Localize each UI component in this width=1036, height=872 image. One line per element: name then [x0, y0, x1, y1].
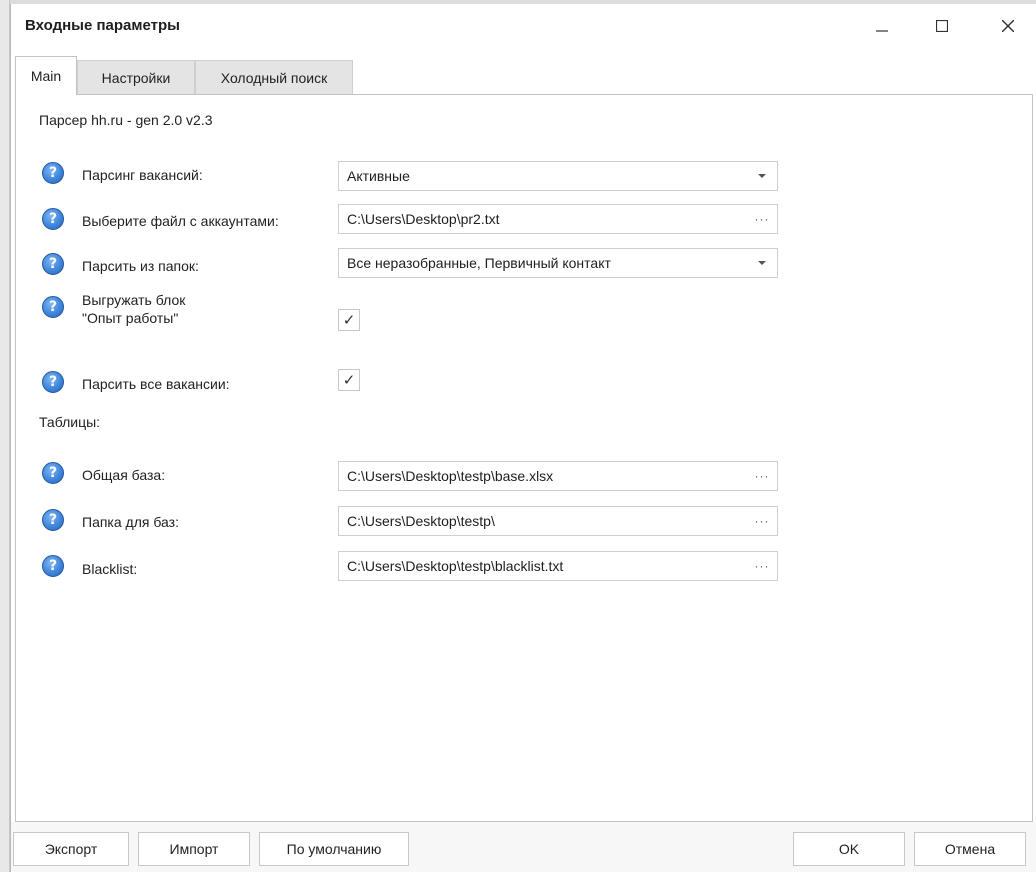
- minimize-icon: [876, 30, 888, 32]
- row-label-accounts-file: Выберите файл с аккаунтами:: [82, 213, 279, 229]
- vacancy-parsing-value: Активные: [347, 168, 410, 184]
- tab-panel-main: Парсер hh.ru - gen 2.0 v2.3 ? Парсинг ва…: [15, 94, 1033, 822]
- browse-button[interactable]: ···: [747, 205, 777, 233]
- close-button[interactable]: [985, 10, 1031, 42]
- cancel-button[interactable]: Отмена: [914, 832, 1026, 866]
- row-label-blacklist: Blacklist:: [82, 561, 138, 577]
- row-label-parse-folders: Парсить из папок:: [82, 258, 199, 274]
- export-button[interactable]: Экспорт: [13, 832, 129, 866]
- tab-settings[interactable]: Настройки: [77, 60, 195, 95]
- browse-button[interactable]: ···: [747, 507, 777, 535]
- browse-button[interactable]: ···: [747, 462, 777, 490]
- tab-main[interactable]: Main: [15, 56, 77, 95]
- help-icon[interactable]: ?: [42, 371, 64, 393]
- row-label-vacancy-parsing: Парсинг вакансий:: [82, 167, 203, 183]
- common-base-input[interactable]: C:\Users\Desktop\testp\base.xlsx ···: [338, 461, 778, 491]
- parse-folders-dropdown[interactable]: Все неразобранные, Первичный контакт: [338, 248, 778, 278]
- parser-title: Парсер hh.ru - gen 2.0 v2.3: [39, 112, 213, 128]
- help-icon[interactable]: ?: [42, 208, 64, 230]
- defaults-button[interactable]: По умолчанию: [259, 832, 409, 866]
- ellipsis-icon: ···: [754, 559, 770, 573]
- help-icon[interactable]: ?: [42, 509, 64, 531]
- browse-button[interactable]: ···: [747, 552, 777, 580]
- import-button[interactable]: Импорт: [138, 832, 250, 866]
- background-app-edge: [0, 0, 10, 872]
- accounts-file-input[interactable]: C:\Users\Desktop\pr2.txt ···: [338, 204, 778, 234]
- help-icon[interactable]: ?: [42, 462, 64, 484]
- blacklist-value: C:\Users\Desktop\testp\blacklist.txt: [347, 558, 564, 574]
- title-bar[interactable]: Входные параметры: [11, 4, 1036, 48]
- help-icon[interactable]: ?: [42, 296, 64, 318]
- parse-all-vacancies-checkbox[interactable]: ✓: [338, 369, 360, 391]
- vacancy-parsing-dropdown[interactable]: Активные: [338, 161, 778, 191]
- tables-section-label: Таблицы:: [39, 414, 101, 430]
- bases-folder-input[interactable]: C:\Users\Desktop\testp\ ···: [338, 506, 778, 536]
- minimize-button[interactable]: [859, 10, 905, 42]
- close-icon: [1002, 20, 1014, 32]
- ok-button[interactable]: OK: [793, 832, 905, 866]
- row-label-common-base: Общая база:: [82, 467, 166, 483]
- export-experience-checkbox[interactable]: ✓: [338, 309, 360, 331]
- chevron-down-icon[interactable]: [747, 162, 777, 190]
- dialog-footer: Экспорт Импорт По умолчанию OK Отмена: [11, 822, 1036, 872]
- accounts-file-value: C:\Users\Desktop\pr2.txt: [347, 211, 500, 227]
- tab-cold-search[interactable]: Холодный поиск: [195, 60, 353, 95]
- maximize-icon: [936, 20, 948, 32]
- dialog-window: Входные параметры Main Настройки Холодны…: [10, 4, 1036, 872]
- blacklist-input[interactable]: C:\Users\Desktop\testp\blacklist.txt ···: [338, 551, 778, 581]
- maximize-button[interactable]: [919, 10, 965, 42]
- ellipsis-icon: ···: [754, 514, 770, 528]
- parse-folders-value: Все неразобранные, Первичный контакт: [347, 255, 611, 271]
- bases-folder-value: C:\Users\Desktop\testp\: [347, 513, 495, 529]
- ellipsis-icon: ···: [754, 469, 770, 483]
- chevron-down-icon[interactable]: [747, 249, 777, 277]
- row-label-export-experience: Выгружать блок "Опыт работы": [82, 292, 186, 326]
- help-icon[interactable]: ?: [42, 555, 64, 577]
- help-icon[interactable]: ?: [42, 253, 64, 275]
- ellipsis-icon: ···: [754, 212, 770, 226]
- row-label-bases-folder: Папка для баз:: [82, 514, 179, 530]
- row-label-parse-all-vacancies: Парсить все вакансии:: [82, 376, 230, 392]
- help-icon[interactable]: ?: [42, 162, 64, 184]
- dialog-title: Входные параметры: [25, 17, 180, 34]
- common-base-value: C:\Users\Desktop\testp\base.xlsx: [347, 468, 554, 484]
